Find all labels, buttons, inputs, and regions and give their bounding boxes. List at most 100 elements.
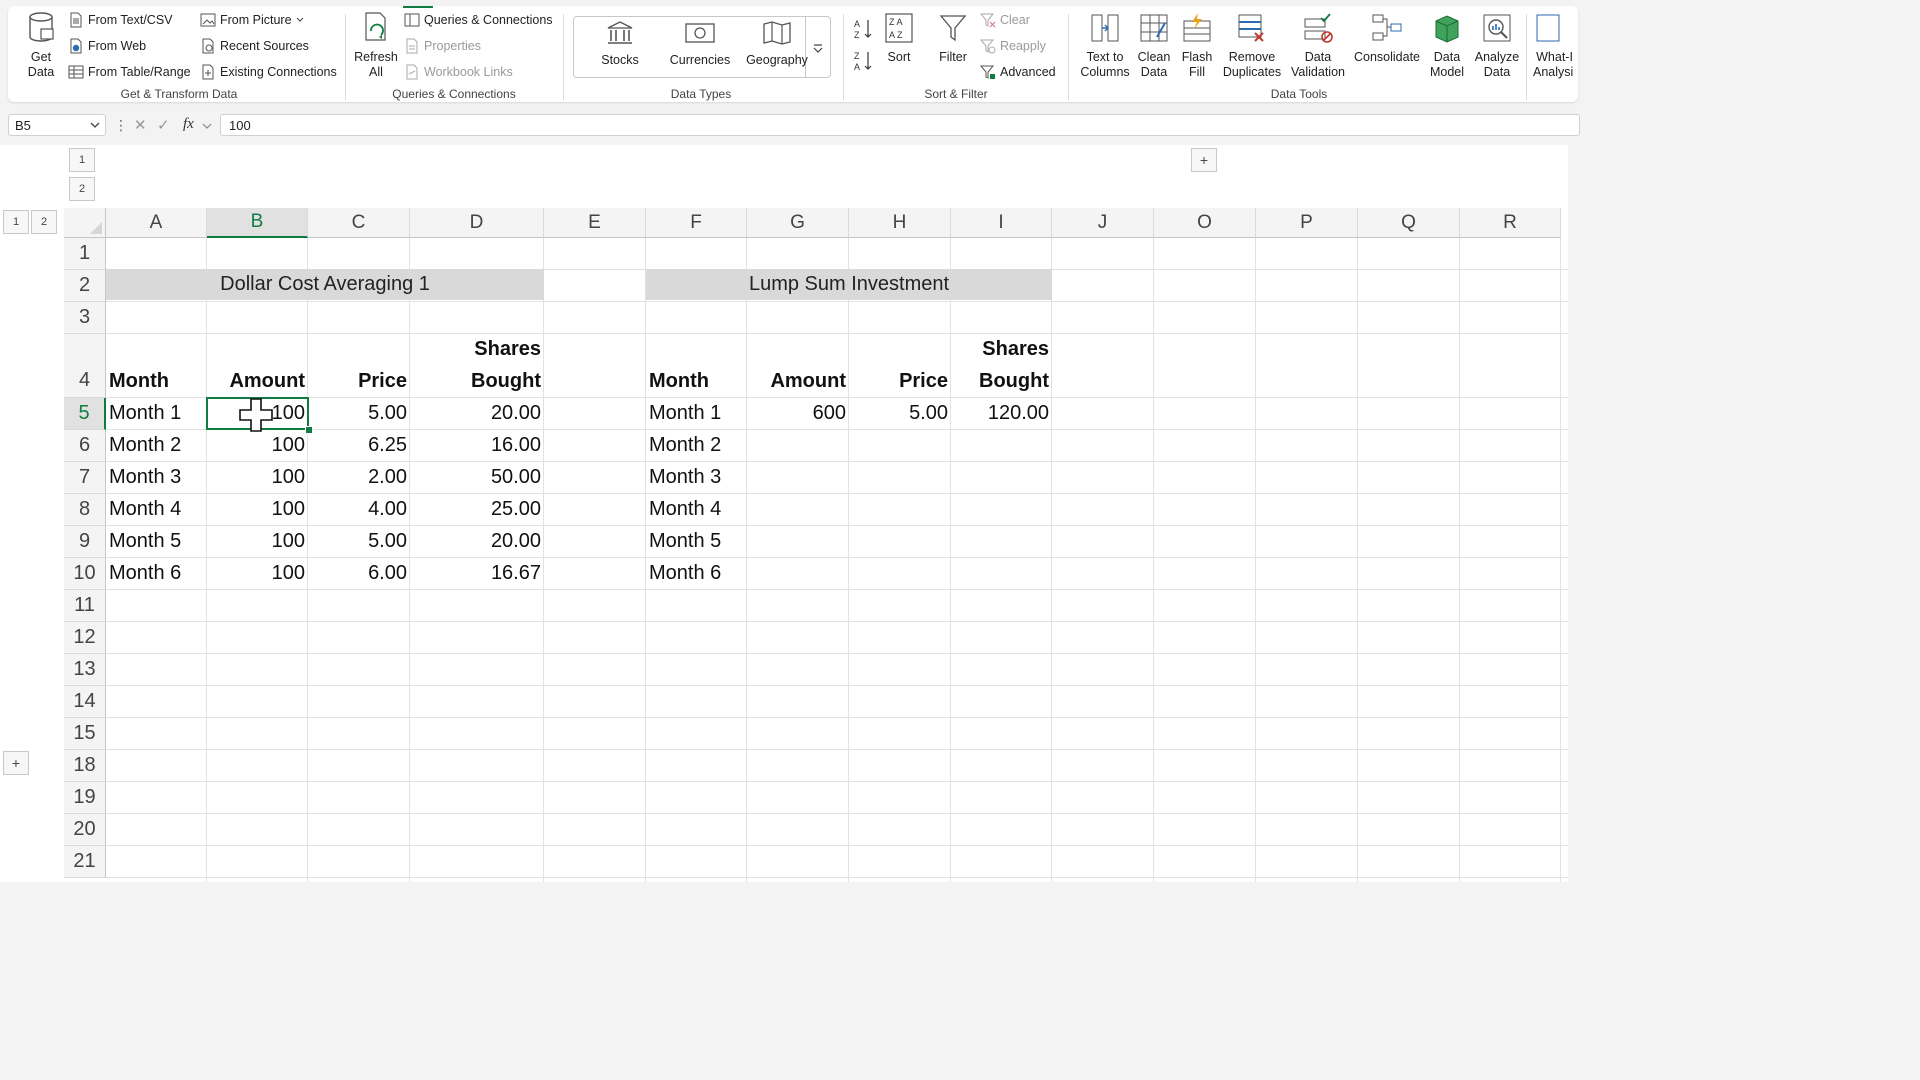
recent-sources-button[interactable]: Recent Sources xyxy=(200,35,309,57)
lump-cell-shares[interactable] xyxy=(951,430,1052,461)
dca-cell-price[interactable]: 4.00 xyxy=(308,494,410,525)
dca-cell-month[interactable]: Month 5 xyxy=(106,526,207,557)
from-web-button[interactable]: From Web xyxy=(68,35,146,57)
advanced-filter-button[interactable]: Advanced xyxy=(980,61,1056,83)
formula-input[interactable]: 100 xyxy=(220,114,1580,136)
lump-cell-month[interactable]: Month 1 xyxy=(646,398,747,429)
filter-button[interactable]: Filter xyxy=(936,12,970,65)
lump-header-price[interactable]: Price xyxy=(849,366,951,397)
dca-cell-price[interactable]: 5.00 xyxy=(308,398,410,429)
lump-header-bought[interactable]: Bought xyxy=(951,366,1052,397)
row-header-19[interactable]: 19 xyxy=(64,782,106,814)
clear-filter-button[interactable]: Clear xyxy=(980,9,1030,31)
lump-header-month[interactable]: Month xyxy=(646,366,747,397)
lump-cell-amount[interactable] xyxy=(747,430,849,461)
stocks-button[interactable]: Stocks xyxy=(588,21,652,68)
fill-handle[interactable] xyxy=(305,426,313,434)
what-if-analysis-button[interactable]: What-If Analysis xyxy=(1533,12,1573,80)
lump-cell-amount[interactable] xyxy=(747,558,849,589)
dca-header-month[interactable]: Month xyxy=(106,366,207,397)
lump-cell-shares[interactable] xyxy=(951,526,1052,557)
text-to-columns-button[interactable]: Text to Columns xyxy=(1078,12,1132,80)
get-data-button[interactable]: Get Data xyxy=(22,12,60,80)
row-header-5[interactable]: 5 xyxy=(64,398,106,430)
lump-cell-month[interactable]: Month 5 xyxy=(646,526,747,557)
name-box[interactable]: B5 xyxy=(8,114,106,136)
lump-cell-shares[interactable]: 120.00 xyxy=(951,398,1052,429)
row-header-4[interactable]: 4 xyxy=(64,334,106,398)
column-header-j[interactable]: J xyxy=(1052,208,1154,238)
lump-cell-shares[interactable] xyxy=(951,494,1052,525)
gallery-more-button[interactable] xyxy=(812,41,824,59)
dca-cell-shares[interactable]: 25.00 xyxy=(410,494,544,525)
row-header-1[interactable]: 1 xyxy=(64,238,106,270)
lump-cell-month[interactable]: Month 6 xyxy=(646,558,747,589)
from-table-range-button[interactable]: From Table/Range xyxy=(68,61,191,83)
analyze-data-button[interactable]: Analyze Data xyxy=(1474,12,1520,80)
row-header-10[interactable]: 10 xyxy=(64,558,106,590)
dca-cell-price[interactable]: 5.00 xyxy=(308,526,410,557)
lump-cell-month[interactable]: Month 2 xyxy=(646,430,747,461)
lump-cell-price[interactable] xyxy=(849,462,951,493)
dca-cell-month[interactable]: Month 6 xyxy=(106,558,207,589)
geography-button[interactable]: Geography xyxy=(742,21,812,68)
cancel-icon[interactable]: ✕ xyxy=(134,116,147,134)
from-picture-button[interactable]: From Picture xyxy=(200,9,304,31)
dca-cell-amount[interactable]: 100 xyxy=(207,430,308,461)
lump-header-amount[interactable]: Amount xyxy=(747,366,849,397)
data-validation-button[interactable]: Data Validation xyxy=(1290,12,1346,80)
dca-cell-month[interactable]: Month 2 xyxy=(106,430,207,461)
more-options-icon[interactable]: ⋮ xyxy=(114,117,128,134)
dca-header-shares[interactable]: Shares xyxy=(410,334,544,365)
workbook-links-button[interactable]: Workbook Links xyxy=(404,61,513,83)
column-header-o[interactable]: O xyxy=(1154,208,1256,238)
column-header-c[interactable]: C xyxy=(308,208,410,238)
sort-button[interactable]: Z A A Z Sort xyxy=(882,12,916,65)
clean-data-button[interactable]: Clean Data xyxy=(1136,12,1172,80)
existing-connections-button[interactable]: Existing Connections xyxy=(200,61,337,83)
insert-function-icon[interactable]: fx xyxy=(183,116,194,133)
refresh-all-button[interactable]: Refresh All xyxy=(354,12,398,80)
row-header-13[interactable]: 13 xyxy=(64,654,106,686)
dca-cell-month[interactable]: Month 4 xyxy=(106,494,207,525)
dca-cell-shares[interactable]: 16.00 xyxy=(410,430,544,461)
expand-rows-button[interactable]: + xyxy=(3,751,29,775)
dca-cell-shares[interactable]: 50.00 xyxy=(410,462,544,493)
row-header-3[interactable]: 3 xyxy=(64,302,106,334)
dca-cell-shares[interactable]: 20.00 xyxy=(410,526,544,557)
flash-fill-button[interactable]: Flash Fill xyxy=(1180,12,1214,80)
remove-duplicates-button[interactable]: Remove Duplicates xyxy=(1222,12,1282,80)
column-header-e[interactable]: E xyxy=(544,208,646,238)
queries-connections-button[interactable]: Queries & Connections xyxy=(404,9,553,31)
row-header-11[interactable]: 11 xyxy=(64,590,106,622)
dca-header-amount[interactable]: Amount xyxy=(207,366,308,397)
lump-cell-amount[interactable] xyxy=(747,526,849,557)
dca-cell-amount[interactable]: 100 xyxy=(207,526,308,557)
dca-cell-shares[interactable]: 16.67 xyxy=(410,558,544,589)
column-header-d[interactable]: D xyxy=(410,208,544,238)
dca-cell-month[interactable]: Month 1 xyxy=(106,398,207,429)
expand-columns-button[interactable]: + xyxy=(1191,148,1217,172)
reapply-button[interactable]: Reapply xyxy=(980,35,1046,57)
row-header-8[interactable]: 8 xyxy=(64,494,106,526)
dca-cell-amount[interactable]: 100 xyxy=(207,494,308,525)
dca-header-price[interactable]: Price xyxy=(308,366,410,397)
lump-sum-title[interactable]: Lump Sum Investment xyxy=(646,269,1052,300)
row-header-15[interactable]: 15 xyxy=(64,718,106,750)
row-outline-level-2[interactable]: 2 xyxy=(69,177,95,201)
row-header-21[interactable]: 21 xyxy=(64,846,106,878)
column-header-i[interactable]: I xyxy=(951,208,1052,238)
row-header-14[interactable]: 14 xyxy=(64,686,106,718)
currencies-button[interactable]: Currencies xyxy=(664,21,736,68)
lump-cell-price[interactable] xyxy=(849,494,951,525)
row-header-6[interactable]: 6 xyxy=(64,430,106,462)
sort-z-a-button[interactable]: ZA xyxy=(853,50,875,77)
lump-cell-price[interactable] xyxy=(849,430,951,461)
row-header-7[interactable]: 7 xyxy=(64,462,106,494)
lump-cell-amount[interactable] xyxy=(747,462,849,493)
col-outline-level-1[interactable]: 1 xyxy=(3,210,29,234)
lump-cell-month[interactable]: Month 4 xyxy=(646,494,747,525)
column-header-g[interactable]: G xyxy=(747,208,849,238)
column-header-r[interactable]: R xyxy=(1460,208,1561,238)
column-header-f[interactable]: F xyxy=(646,208,747,238)
